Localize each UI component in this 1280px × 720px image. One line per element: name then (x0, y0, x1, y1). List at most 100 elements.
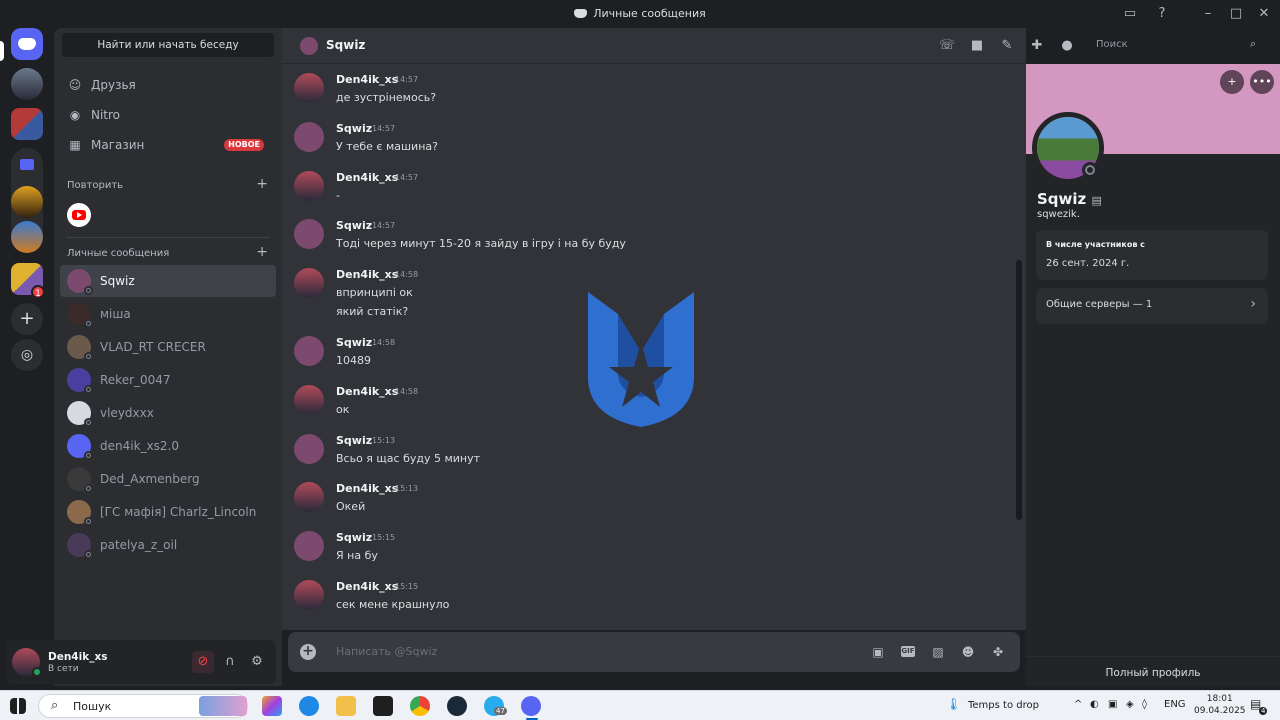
gift-icon[interactable]: ▣ (870, 644, 886, 660)
new-badge: НОВОЕ (224, 139, 264, 151)
dm-item[interactable]: Sqwiz (60, 265, 276, 297)
file-explorer-icon[interactable] (336, 696, 356, 716)
message-author[interactable]: Sqwiz (336, 434, 372, 447)
youtube-icon[interactable] (67, 203, 91, 227)
create-dm-icon[interactable]: + (256, 244, 268, 260)
direct-messages-button[interactable] (11, 28, 43, 60)
avatar[interactable] (294, 482, 324, 512)
message-author[interactable]: Sqwiz (336, 531, 372, 544)
video-call-icon[interactable]: ■ (968, 37, 986, 55)
message-author[interactable]: Sqwiz (336, 219, 372, 232)
more-options-icon[interactable]: ••• (1250, 70, 1274, 94)
dm-item[interactable]: міша (60, 298, 276, 330)
voice-call-icon[interactable]: ☏ (938, 37, 956, 55)
avatar[interactable] (294, 531, 324, 561)
server-icon[interactable] (11, 186, 43, 218)
avatar[interactable] (294, 219, 324, 249)
sticker-icon[interactable]: ▨ (930, 644, 946, 660)
dm-item[interactable]: patelya_z_oil (60, 529, 276, 561)
steam-icon[interactable] (447, 696, 467, 716)
avatar[interactable] (294, 122, 324, 152)
find-conversation-button[interactable]: Найти или начать беседу (62, 33, 274, 57)
avatar[interactable] (294, 73, 324, 103)
message-author[interactable]: Sqwiz (336, 122, 372, 135)
avatar[interactable] (294, 171, 324, 201)
add-friends-to-dm-icon[interactable]: ✚ (1028, 37, 1046, 55)
message-text: який статік? (336, 305, 409, 318)
explore-icon[interactable]: ◎ (11, 339, 43, 371)
attach-plus-icon[interactable]: + (300, 644, 316, 660)
message-timestamp: 14:58 (395, 387, 419, 396)
message-author[interactable]: Den4ik_xs (336, 171, 398, 184)
message-text: У тебе є машина? (336, 140, 438, 153)
avatar[interactable] (294, 580, 324, 610)
gif-icon[interactable]: GIF (901, 646, 915, 657)
add-friend-icon[interactable]: + (1220, 70, 1244, 94)
tray-overflow-icon[interactable]: ^ (1074, 699, 1082, 710)
chat-recipient-name[interactable]: Sqwiz (326, 38, 365, 52)
settings-gear-icon[interactable]: ⚙ (246, 651, 268, 673)
avatar[interactable] (294, 268, 324, 298)
windows-taskbar: ⌕ Пошук 47 🌡 Temps to drop ^ ◐ ▣ ◈ ◊ ENG… (0, 690, 1280, 720)
emoji-icon[interactable]: ☻ (960, 644, 976, 660)
close-button[interactable]: ✕ (1254, 4, 1274, 24)
chrome-browser-icon[interactable] (410, 696, 430, 716)
nav-nitro[interactable]: ◉ Nitro (60, 100, 276, 130)
minimize-button[interactable]: – (1198, 4, 1218, 24)
app-icon[interactable] (373, 696, 393, 716)
add-server-button[interactable]: + (11, 303, 43, 335)
start-windows-icon[interactable] (10, 698, 26, 714)
message-author[interactable]: Den4ik_xs (336, 385, 398, 398)
tray-icon[interactable]: ◊ (1142, 699, 1147, 710)
dm-item[interactable]: VLAD_RT CRECER (60, 331, 276, 363)
discord-taskbar-icon[interactable] (521, 696, 541, 716)
dm-item[interactable]: Ded_Axmenberg (60, 463, 276, 495)
dm-item[interactable]: [ГС мафія] Charlz_Lincoln (60, 496, 276, 528)
message-author[interactable]: Den4ik_xs (336, 580, 398, 593)
dm-item[interactable]: vleydxxx (60, 397, 276, 429)
mutual-servers-label: Общие серверы — 1 (1046, 299, 1153, 310)
server-folder[interactable] (11, 108, 43, 140)
help-icon[interactable]: ? (1152, 4, 1172, 24)
server-icon[interactable] (11, 68, 43, 100)
tray-icon[interactable]: ◐ (1090, 699, 1099, 710)
message-author[interactable]: Den4ik_xs (336, 482, 398, 495)
offline-status-icon (84, 319, 93, 328)
clock[interactable]: 18:01 09.04.2025 (1194, 693, 1246, 717)
copilot-icon[interactable] (262, 696, 282, 716)
avatar[interactable] (294, 385, 324, 415)
scrollbar[interactable] (1016, 260, 1022, 520)
message-author[interactable]: Den4ik_xs (336, 73, 398, 86)
message-timestamp: 14:57 (395, 173, 419, 182)
recent-add-icon[interactable]: + (256, 176, 268, 192)
avatar[interactable] (294, 336, 324, 366)
message-composer[interactable]: + Написать @Sqwiz ▣ GIF ▨ ☻ ✤ (288, 632, 1020, 672)
language-indicator[interactable]: ENG (1164, 699, 1186, 710)
user-profile-icon[interactable]: ● (1058, 37, 1076, 55)
headphones-icon[interactable]: ∩ (219, 651, 241, 673)
tray-icon[interactable]: ▣ (1108, 699, 1117, 710)
server-folder-open[interactable] (11, 148, 43, 253)
message-text: Тоді через минут 15-20 я зайду в ігру і … (336, 237, 626, 250)
mute-microphone-icon[interactable]: ⊘ (192, 651, 214, 673)
pinned-messages-icon[interactable]: ✎ (998, 37, 1016, 55)
message-author[interactable]: Sqwiz (336, 336, 372, 349)
dm-item[interactable]: den4ik_xs2.0 (60, 430, 276, 462)
nav-friends[interactable]: ☺ Друзья (60, 70, 276, 100)
user-status: В сети (48, 664, 79, 674)
full-profile-button[interactable]: Полный профиль (1026, 656, 1280, 686)
maximize-button[interactable]: □ (1226, 4, 1246, 24)
dm-item[interactable]: Reker_0047 (60, 364, 276, 396)
tray-icon[interactable]: ◈ (1126, 699, 1134, 710)
message-author[interactable]: Den4ik_xs (336, 268, 398, 281)
server-icon[interactable] (11, 221, 43, 253)
apps-icon[interactable]: ✤ (990, 644, 1006, 660)
profile-username: sqwezik. (1037, 209, 1080, 220)
mutual-servers-button[interactable]: Общие серверы — 1 › (1036, 288, 1268, 324)
nav-shop[interactable]: ▦ Магазин НОВОЕ (60, 130, 276, 160)
inbox-icon[interactable]: ▭ (1120, 4, 1140, 24)
taskbar-search[interactable]: ⌕ Пошук (38, 694, 248, 718)
weather-text[interactable]: Temps to drop (968, 700, 1039, 711)
edge-browser-icon[interactable] (299, 696, 319, 716)
avatar[interactable] (294, 434, 324, 464)
